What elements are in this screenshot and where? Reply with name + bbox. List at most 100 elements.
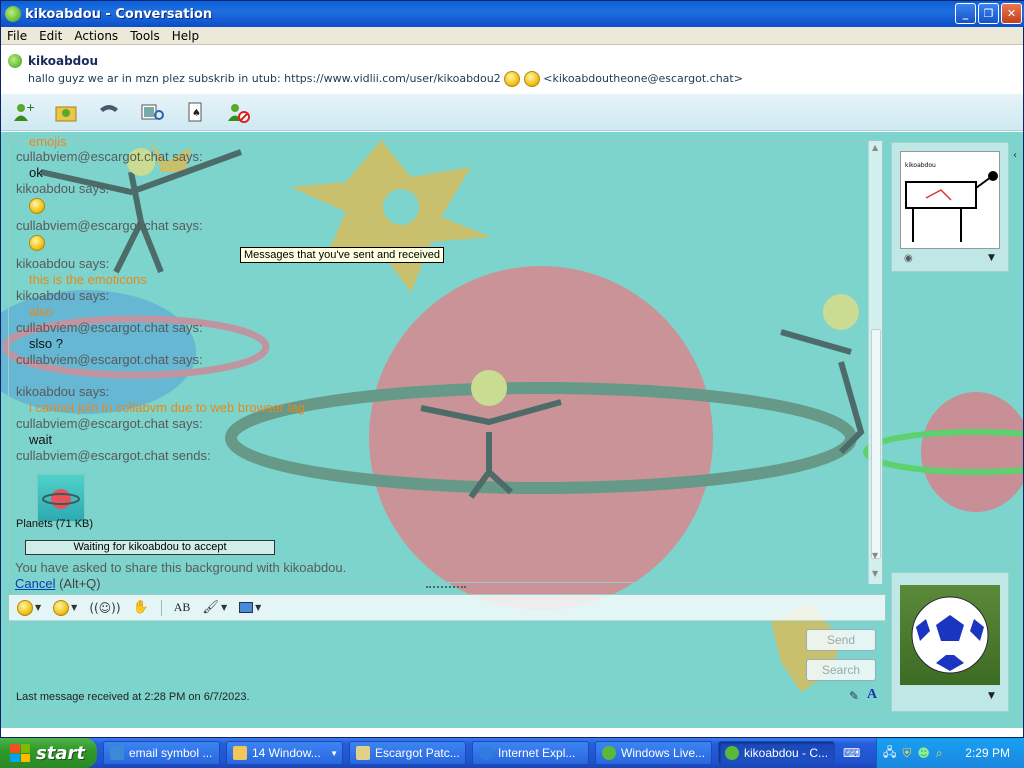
task-escargot-patch[interactable]: Escargot Patc... [349,741,466,765]
scroll-up-arrow-icon[interactable]: ▲ [872,143,878,152]
chevron-down-icon: ▼ [71,603,78,612]
messenger-buddy-icon [5,6,21,22]
title-bar[interactable]: kikoabdou - Conversation _ ❐ ✕ [1,1,1024,27]
smile-emoticon-icon [29,234,45,251]
wink-picker[interactable]: ▼ [53,599,78,616]
conversation-background: emojis cullabviem@escargot.chat says: ok… [1,132,1023,728]
chat-sender: cullabviem@escargot.chat says: [16,218,203,233]
chat-cut-line: emojis [29,134,67,149]
handwriting-icon[interactable]: ✎ [849,689,859,703]
security-shield-icon[interactable]: ⛨ [902,746,911,761]
contact-display-picture[interactable]: kikoabdou [900,151,1000,249]
collapse-panel-icon[interactable]: ‹ [1013,150,1017,161]
toolbar-divider [160,599,162,616]
chat-message: ok [29,165,43,180]
start-label: start [36,742,85,764]
minimize-button[interactable]: _ [955,3,976,24]
webcam-small-icon[interactable]: ◉ [904,253,913,264]
contact-display-picture-panel: kikoabdou ◉ ▼ [891,142,1009,272]
block-contact-icon[interactable] [226,100,250,124]
voice-clip-button[interactable]: ✋ [133,600,149,615]
messenger-tray-icon[interactable]: ☻ [917,746,930,760]
text-mode-icon[interactable]: A [867,687,877,703]
scroll-end-arrow-icon[interactable]: ▼ [872,569,878,578]
contact-name[interactable]: kikoabdou [28,54,98,68]
share-notice: You have asked to share this background … [15,560,347,575]
chat-history-tooltip: Messages that you've sent and received [240,247,444,263]
clock[interactable]: 2:29 PM [965,746,1010,760]
chat-message: slso ? [29,336,63,351]
self-display-picture[interactable] [900,585,1000,685]
send-picture-picker[interactable]: ▼ [239,602,261,613]
send-button[interactable]: Send [806,629,876,651]
games-icon[interactable]: ♠ [183,100,207,124]
chat-message: also [29,304,53,319]
chat-sender: kikoabdou says: [16,384,110,399]
conversation-toolbar: + ♠ [1,94,1023,131]
task-kikoabdou-conversation[interactable]: kikoabdou - C... [718,741,835,765]
task-internet-explorer[interactable]: Internet Expl... [472,741,589,765]
task-label: Windows Live... [621,746,706,760]
chat-history[interactable]: emojis cullabviem@escargot.chat says: ok… [8,134,883,591]
chevron-down-icon: ▼ [35,603,42,612]
nudge-button[interactable]: ((☺)) [89,601,120,615]
menu-bar: File Edit Actions Tools Help [1,27,1023,45]
background-file-thumbnail[interactable] [37,474,85,522]
pane-splitter-handle[interactable] [426,586,466,590]
chevron-down-icon: ▼ [255,603,262,612]
message-input[interactable] [9,622,799,688]
menu-help[interactable]: Help [166,29,205,43]
font-button[interactable]: AB [174,600,191,615]
ie-icon [110,746,124,760]
network-icon[interactable]: 🖧 [883,743,896,764]
invite-contact-icon[interactable]: + [11,100,35,124]
background-picker[interactable]: 🖌 ▼ [202,600,227,615]
task-windows-live[interactable]: Windows Live... [595,741,712,765]
ie-icon [479,746,493,760]
personal-message-text: hallo guyz we ar in mzn plez subskrib in… [28,72,501,85]
menu-file[interactable]: File [1,29,33,43]
menu-tools[interactable]: Tools [124,29,166,43]
windows-flag-icon [10,744,30,762]
online-status-icon [8,54,22,68]
thinking-emoticon-icon [504,71,521,87]
scrollbar-thumb[interactable] [871,329,881,559]
svg-text:♠: ♠ [192,108,201,119]
send-files-icon[interactable] [54,100,78,124]
dp-dropdown-icon[interactable]: ▼ [988,253,995,263]
search-icon[interactable]: ⌕ [936,746,943,761]
chat-scrollbar[interactable]: ▲ ▼ ▼ [868,141,882,584]
file-label: Planets (71 KB) [16,518,94,530]
system-tray: 🖧 ⛨ ☻ ⌕ 2:29 PM [876,738,1024,768]
nudge-icon: ((☺)) [89,600,121,615]
conversation-window: kikoabdou - Conversation _ ❐ ✕ File Edit… [0,0,1024,738]
maximize-button[interactable]: ❐ [978,3,999,24]
close-button[interactable]: ✕ [1001,3,1022,24]
messenger-icon [602,746,616,760]
menu-actions[interactable]: Actions [68,29,124,43]
cancel-link[interactable]: Cancel [15,576,55,591]
chat-message [29,234,45,251]
patch-icon [356,746,370,760]
picture-icon [239,602,254,613]
emoticon-picker[interactable]: ▼ [17,599,42,616]
video-webcam-icon[interactable] [140,100,164,124]
chevron-down-icon: ▼ [330,748,338,758]
chat-message: wait [29,432,53,447]
self-display-picture-panel: ▼ [891,572,1009,712]
task-email-symbol[interactable]: email symbol ... [103,741,220,765]
call-phone-icon[interactable] [97,100,121,124]
scroll-down-arrow-icon[interactable]: ▼ [872,551,878,560]
contact-email: <kikoabdoutheone@escargot.chat> [543,72,743,85]
menu-edit[interactable]: Edit [33,29,68,43]
search-button[interactable]: Search [806,659,876,681]
paintbrush-icon: 🖌 [202,600,219,615]
self-dp-dropdown-icon[interactable]: ▼ [988,691,995,701]
taskbar: start email symbol ... 14 Window... ▼ Esc… [0,738,1024,768]
task-windows-folder[interactable]: 14 Window... ▼ [226,741,343,765]
cancel-shortcut: (Alt+Q) [59,576,101,591]
start-button[interactable]: start [0,738,97,768]
emoticon-icon [17,599,33,616]
keyboard-icon[interactable]: ⌨ [843,746,860,760]
chat-sender: kikoabdou says: [16,256,110,271]
